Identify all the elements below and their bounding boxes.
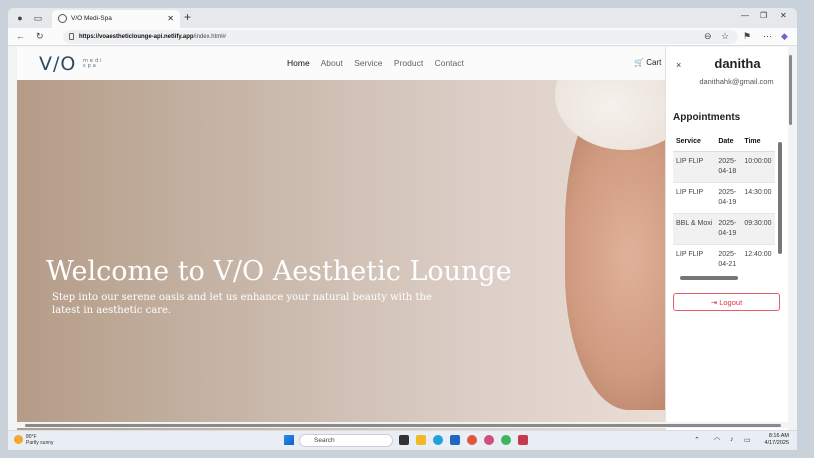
table-horizontal-scrollbar[interactable]: [673, 275, 778, 281]
whatsapp-icon[interactable]: [501, 435, 511, 445]
cell-service: LIP FLIP: [673, 182, 716, 214]
favorites-bar-icon[interactable]: ⚑: [743, 31, 751, 42]
menu-home[interactable]: Home: [287, 58, 310, 68]
weather-widget[interactable]: 80°F Partly sunny: [14, 434, 54, 446]
edge-icon[interactable]: [433, 435, 443, 445]
new-tab-button[interactable]: +: [184, 10, 191, 24]
cart-icon: 🛒: [634, 58, 644, 67]
clock-date: 4/17/2025: [764, 440, 789, 446]
site-logo[interactable]: V/O medi spa: [39, 53, 102, 75]
cell-time: 14:30:00: [741, 182, 775, 214]
brave-icon[interactable]: [467, 435, 477, 445]
battery-icon[interactable]: ▭: [744, 436, 751, 444]
url-host: https://voaestheticlounge-api.netlify.ap…: [79, 34, 194, 40]
web-page: V/O medi spa Home About Service Product …: [17, 47, 665, 430]
tab-title: V/O Medi-Spa: [71, 15, 112, 22]
user-email: danithahk@gmail.com: [699, 77, 774, 86]
close-window-button[interactable]: ✕: [780, 11, 787, 20]
table-vertical-scrollbar[interactable]: [778, 134, 783, 274]
search-label: Search: [314, 437, 335, 444]
refresh-icon[interactable]: ↻: [36, 31, 44, 42]
cell-time: 12:40:00: [741, 244, 775, 269]
table-row: LIP FLIP 2025-04-18 10:00:00: [673, 151, 775, 183]
menu-product[interactable]: Product: [394, 58, 423, 68]
cell-service: LIP FLIP: [673, 244, 716, 269]
cell-service: LIP FLIP: [673, 151, 716, 183]
menu-service[interactable]: Service: [354, 58, 382, 68]
minimize-button[interactable]: —: [741, 11, 749, 20]
globe-icon: [58, 14, 67, 23]
more-menu-icon[interactable]: ⋯: [763, 31, 772, 42]
hero-towel-image: [555, 80, 665, 150]
main-menu: Home About Service Product Contact: [287, 58, 473, 68]
hero-banner: Welcome to V/O Aesthetic Lounge Step int…: [17, 80, 665, 430]
taskbar-search[interactable]: Search: [299, 434, 393, 447]
weather-condition: Partly sunny: [26, 440, 54, 446]
clock[interactable]: 8:16 AM 4/17/2025: [765, 433, 789, 447]
user-side-panel: × danitha danithahk@gmail.com Appointmen…: [665, 47, 788, 430]
windows-taskbar: 80°F Partly sunny Search ⌃ ◠ ♪ ▭ 8:16 AM…: [8, 430, 797, 450]
volume-icon[interactable]: ♪: [730, 436, 734, 443]
cell-service: BBL & Moxi: [673, 213, 716, 245]
col-service: Service: [673, 132, 716, 152]
tab-actions-icon[interactable]: ▭: [32, 12, 44, 24]
sun-icon: [14, 435, 23, 444]
app-icon-2[interactable]: [518, 435, 528, 445]
lock-icon: [69, 33, 74, 40]
cell-date: 2025-04-21: [715, 244, 742, 269]
table-row: BBL & Moxi 2025-04-19 09:30:00: [673, 213, 775, 245]
close-tab-icon[interactable]: ✕: [167, 10, 174, 28]
tray-chevron-icon[interactable]: ⌃: [694, 436, 700, 444]
user-name: danitha: [714, 56, 761, 71]
site-navbar: V/O medi spa Home About Service Product …: [17, 47, 665, 80]
back-icon[interactable]: ←: [16, 31, 25, 41]
address-bar[interactable]: https://voaestheticlounge-api.netlify.ap…: [63, 30, 738, 44]
logout-button[interactable]: ⇥ Logout: [673, 293, 780, 311]
page-vertical-scrollbar[interactable]: [788, 47, 794, 430]
zoom-icon[interactable]: ⊖: [704, 31, 712, 42]
cell-time: 09:30:00: [741, 213, 775, 245]
cell-date: 2025-04-18: [715, 151, 742, 183]
tab-strip: ● ▭ V/O Medi-Spa ✕ + — ❐ ✕: [8, 8, 797, 28]
appointments-table: Service Date Time LIP FLIP 2025-04-18 10…: [673, 132, 775, 269]
cart-label: Cart: [646, 58, 662, 67]
file-explorer-icon[interactable]: [416, 435, 426, 445]
appointments-table-container[interactable]: Service Date Time LIP FLIP 2025-04-18 10…: [673, 132, 778, 269]
app-icon[interactable]: [484, 435, 494, 445]
appointments-heading: Appointments: [673, 112, 741, 123]
logo-text: V/O: [39, 53, 77, 75]
col-time: Time: [741, 132, 775, 152]
menu-contact[interactable]: Contact: [435, 58, 464, 68]
maximize-button[interactable]: ❐: [760, 11, 767, 20]
start-button[interactable]: [284, 435, 294, 445]
menu-about[interactable]: About: [321, 58, 343, 68]
page-horizontal-scrollbar[interactable]: [17, 422, 788, 428]
hero-title: Welcome to V/O Aesthetic Lounge: [46, 256, 512, 287]
store-icon[interactable]: [450, 435, 460, 445]
table-header-row: Service Date Time: [673, 132, 775, 152]
address-toolbar: ← ↻ https://voaestheticlounge-api.netlif…: [8, 28, 797, 46]
logo-subtext: medi spa: [83, 58, 104, 69]
col-date: Date: [715, 132, 742, 152]
tab-active[interactable]: V/O Medi-Spa ✕: [52, 10, 180, 28]
table-row: LIP FLIP 2025-04-21 12:40:00: [673, 244, 775, 269]
hero-subtitle: Step into our serene oasis and let us en…: [52, 292, 432, 316]
logout-icon: ⇥: [710, 298, 718, 307]
copilot-icon[interactable]: ◆: [781, 31, 788, 42]
clock-time: 8:16 AM: [768, 433, 789, 439]
cell-date: 2025-04-19: [715, 182, 742, 214]
table-row: LIP FLIP 2025-04-19 14:30:00: [673, 182, 775, 214]
cell-date: 2025-04-19: [715, 213, 742, 245]
logout-label: Logout: [719, 298, 743, 307]
wifi-icon[interactable]: ◠: [714, 436, 720, 444]
cell-time: 10:00:00: [741, 151, 775, 183]
task-view-icon[interactable]: [399, 435, 409, 445]
favorite-icon[interactable]: ☆: [721, 31, 729, 42]
profile-icon[interactable]: ●: [14, 12, 26, 24]
url-path: /index.html#: [193, 34, 226, 40]
cart-link[interactable]: 🛒 Cart: [634, 58, 661, 67]
